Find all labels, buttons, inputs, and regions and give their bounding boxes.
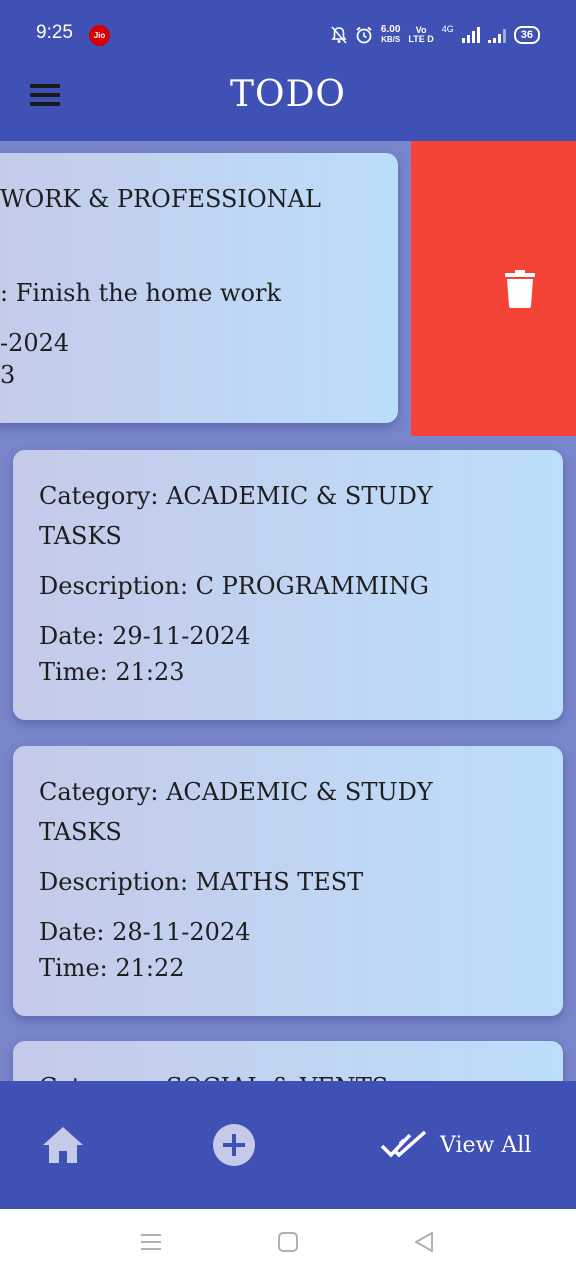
add-circle-icon[interactable]: [212, 1123, 256, 1167]
view-all-button[interactable]: View All: [380, 1125, 531, 1165]
todo-category-cont: TASKS: [39, 522, 122, 550]
volte-bottom: LTE D: [408, 34, 434, 44]
todo-category: WORK & PROFESSIONAL: [0, 185, 321, 213]
battery-indicator: 36: [513, 26, 540, 44]
double-check-icon: [380, 1130, 427, 1158]
delete-swipe-action[interactable]: [411, 141, 576, 436]
todo-category: Category: ACADEMIC & STUDY: [39, 482, 433, 510]
todo-date: Date: 28-11-2024: [39, 918, 251, 946]
todo-category: Category: SOCIAL & VENTS: [39, 1069, 537, 1081]
todo-category: Category: ACADEMIC & STUDY: [39, 778, 433, 806]
todo-description: Description: C PROGRAMMING: [39, 572, 429, 600]
network-speed: 6.00 KB/S: [381, 25, 400, 45]
home-icon[interactable]: [42, 1125, 84, 1165]
todo-card[interactable]: Category: SOCIAL & VENTS: [13, 1041, 563, 1081]
todo-description: : Finish the home work: [0, 279, 282, 307]
speed-unit: KB/S: [381, 35, 401, 44]
todo-card[interactable]: Category: ACADEMIC & STUDY TASKS Descrip…: [13, 746, 563, 1016]
back-triangle-icon[interactable]: [413, 1231, 435, 1253]
todo-date: -2024: [0, 329, 70, 357]
mute-bell-icon: [331, 26, 347, 44]
speed-value: 6.00: [380, 24, 401, 35]
home-square-icon[interactable]: [277, 1231, 299, 1253]
app-bar: TODO: [0, 62, 576, 141]
todo-time: Time: 21:22: [39, 954, 185, 982]
carrier-badge: Jio: [89, 25, 110, 46]
todo-date: Date: 29-11-2024: [39, 622, 251, 650]
todo-time: 3: [0, 361, 16, 389]
system-navigation-bar: [0, 1209, 576, 1280]
volte-indicator: Vo LTE D: [408, 26, 433, 44]
signal-icon-2: [487, 29, 506, 43]
status-icons: 6.00 KB/S Vo LTE D 4G 36: [331, 22, 540, 48]
view-all-label: View All: [440, 1132, 532, 1158]
todo-card[interactable]: WORK & PROFESSIONAL : Finish the home wo…: [0, 153, 398, 423]
todo-category-cont: TASKS: [39, 818, 122, 846]
status-time: 9:25: [36, 22, 73, 43]
signal-icon: [461, 27, 480, 43]
status-bar: 9:25 Jio 6.00 KB/S Vo LTE D 4G 36: [0, 0, 576, 62]
network-type: 4G: [441, 24, 454, 34]
todo-card[interactable]: Category: ACADEMIC & STUDY TASKS Descrip…: [13, 450, 563, 720]
todo-list[interactable]: WORK & PROFESSIONAL : Finish the home wo…: [0, 141, 576, 1081]
todo-description: Description: MATHS TEST: [39, 868, 364, 896]
page-title: TODO: [230, 74, 346, 115]
delete-icon[interactable]: [505, 270, 535, 308]
alarm-icon: [356, 26, 372, 44]
bottom-navigation: View All: [0, 1081, 576, 1209]
recents-menu-icon[interactable]: [140, 1231, 162, 1253]
todo-time: Time: 21:23: [39, 658, 185, 686]
